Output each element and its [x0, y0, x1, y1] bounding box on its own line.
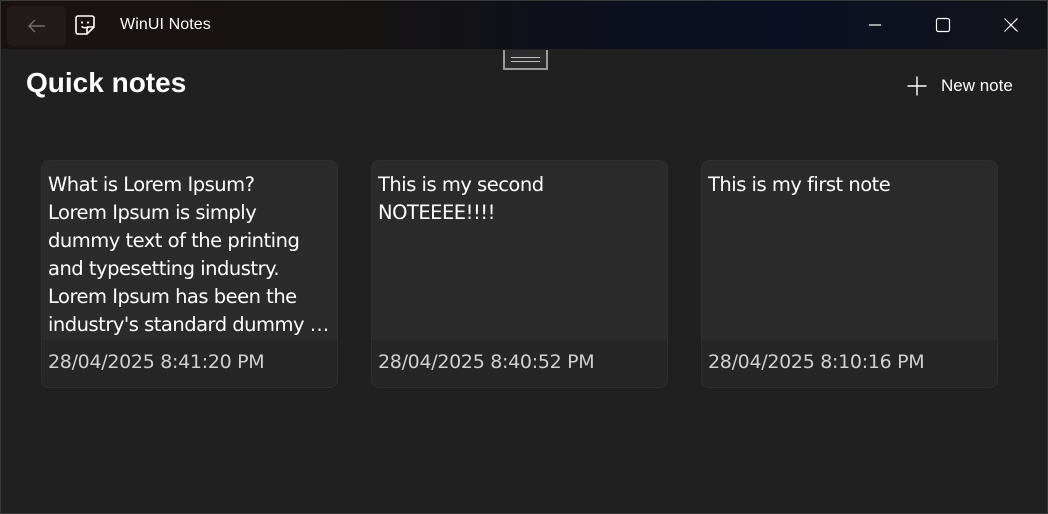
- close-button[interactable]: [977, 1, 1045, 49]
- app-window: WinUI Notes Quick notes New note What is…: [0, 0, 1048, 514]
- note-text-content: This is my second NOTEEEE!!!!: [378, 173, 550, 224]
- title-bar[interactable]: WinUI Notes: [1, 1, 1047, 49]
- note-text-content: What is Lorem Ipsum? Lorem Ipsum is simp…: [48, 173, 305, 336]
- sticky-note-icon: [75, 15, 95, 35]
- note-timestamp: 28/04/2025 8:41:20 PM: [42, 340, 337, 387]
- back-arrow-icon: [27, 19, 45, 33]
- new-note-button[interactable]: New note: [897, 67, 1023, 105]
- page-title: Quick notes: [26, 67, 187, 98]
- window-title: WinUI Notes: [120, 16, 211, 33]
- minimize-button[interactable]: [841, 1, 909, 49]
- note-text-content: This is my first note: [708, 173, 891, 196]
- new-note-label: New note: [941, 76, 1013, 95]
- note-card[interactable]: This is my first note 28/04/2025 8:10:16…: [701, 160, 998, 388]
- note-text: This is my first note: [702, 161, 997, 342]
- plus-icon: [907, 76, 927, 96]
- minimize-icon: [869, 24, 881, 26]
- note-timestamp: 28/04/2025 8:40:52 PM: [372, 340, 667, 387]
- note-timestamp: 28/04/2025 8:10:16 PM: [702, 340, 997, 387]
- note-text: What is Lorem Ipsum? Lorem Ipsum is simp…: [42, 161, 337, 342]
- maximize-icon: [935, 17, 951, 33]
- note-card[interactable]: What is Lorem Ipsum? Lorem Ipsum is simp…: [41, 160, 338, 388]
- note-text: This is my second NOTEEEE!!!!: [372, 161, 667, 342]
- maximize-button[interactable]: [909, 1, 977, 49]
- note-card[interactable]: This is my second NOTEEEE!!!! 28/04/2025…: [371, 160, 668, 388]
- close-icon: [1004, 18, 1018, 32]
- back-button[interactable]: [7, 6, 66, 46]
- drag-handle[interactable]: [503, 50, 548, 70]
